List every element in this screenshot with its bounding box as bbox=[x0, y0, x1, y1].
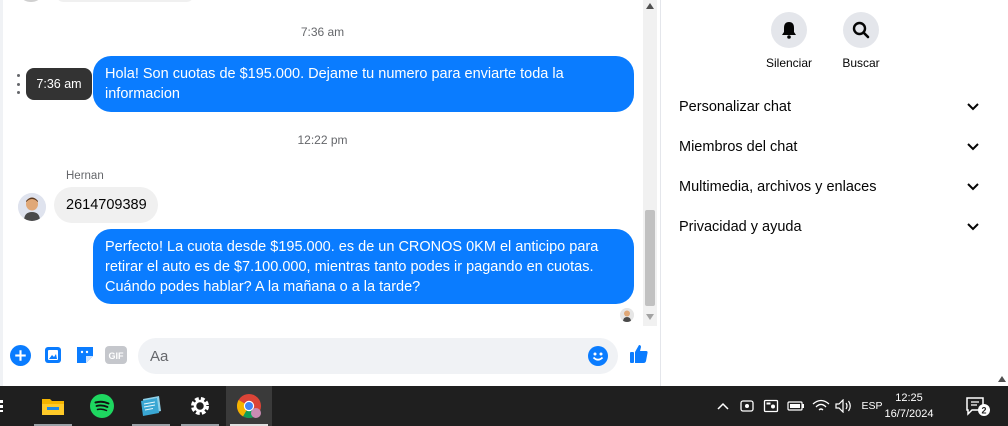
section-media-files-links[interactable]: Multimedia, archivos y enlaces bbox=[679, 175, 979, 199]
avatar-icon bbox=[620, 308, 634, 322]
mute-action[interactable]: Silenciar bbox=[754, 12, 824, 70]
search-action[interactable]: Buscar bbox=[826, 12, 896, 70]
composer: GIF bbox=[0, 336, 660, 376]
chrome-icon[interactable] bbox=[226, 386, 272, 426]
gif-label: GIF bbox=[109, 351, 125, 361]
section-privacy-help[interactable]: Privacidad y ayuda bbox=[679, 215, 979, 239]
spotify-icon[interactable] bbox=[79, 386, 125, 426]
sender-name: Hernan bbox=[66, 170, 104, 182]
meet-now-icon[interactable] bbox=[737, 386, 757, 426]
panel-scrollbar[interactable] bbox=[994, 0, 1008, 386]
chat-info-panel: Silenciar Buscar Personalizar chat Miemb… bbox=[661, 0, 1008, 386]
taskbar: ESP 12:25 16/7/2024 2 bbox=[0, 386, 1008, 426]
settings-icon[interactable] bbox=[177, 386, 223, 426]
sticker-icon[interactable] bbox=[74, 344, 96, 366]
section-label: Multimedia, archivos y enlaces bbox=[679, 179, 877, 195]
incoming-message[interactable]: 2614709389 bbox=[54, 187, 158, 223]
outgoing-message[interactable]: Perfecto! La cuota desde $195.000. es de… bbox=[93, 229, 634, 304]
section-chat-members[interactable]: Miembros del chat bbox=[679, 135, 979, 159]
section-label: Privacidad y ayuda bbox=[679, 219, 802, 235]
notes-app-icon[interactable] bbox=[128, 386, 174, 426]
message-input-container bbox=[138, 338, 618, 374]
outgoing-message[interactable]: Hola! Son cuotas de $195.000. Dejame tu … bbox=[93, 56, 634, 112]
chevron-down-icon bbox=[967, 179, 979, 195]
scroll-down-arrow-icon[interactable] bbox=[646, 314, 654, 320]
clock-time: 12:25 bbox=[895, 392, 923, 404]
gif-icon[interactable]: GIF bbox=[105, 344, 127, 366]
avatar-partial bbox=[22, 0, 40, 2]
contact-avatar[interactable] bbox=[18, 193, 46, 221]
image-icon[interactable] bbox=[42, 344, 64, 366]
thumbs-up-icon[interactable] bbox=[627, 342, 651, 366]
battery-icon[interactable] bbox=[785, 386, 807, 426]
avatar-icon bbox=[18, 193, 46, 221]
wifi-icon[interactable] bbox=[810, 386, 832, 426]
scroll-up-arrow-icon[interactable] bbox=[646, 3, 654, 9]
emoji-icon[interactable] bbox=[588, 346, 608, 371]
message-input[interactable] bbox=[138, 338, 568, 374]
notification-count: 2 bbox=[981, 406, 986, 416]
chevron-down-icon bbox=[967, 219, 979, 235]
left-edge bbox=[0, 0, 3, 386]
chat-scrollbar[interactable] bbox=[643, 0, 657, 326]
screen: 7:36 am 7:36 am Hola! Son cuotas de $195… bbox=[0, 0, 1008, 426]
chat-pane: 7:36 am 7:36 am Hola! Son cuotas de $195… bbox=[0, 0, 660, 386]
clock[interactable]: 12:25 16/7/2024 bbox=[880, 390, 938, 422]
bell-icon[interactable] bbox=[771, 12, 807, 48]
clock-date: 16/7/2024 bbox=[884, 408, 934, 420]
mute-label: Silenciar bbox=[765, 56, 813, 70]
chevron-down-icon bbox=[967, 99, 979, 115]
file-explorer-icon[interactable] bbox=[30, 386, 76, 426]
section-customize-chat[interactable]: Personalizar chat bbox=[679, 95, 979, 119]
scroll-thumb[interactable] bbox=[645, 210, 655, 306]
screen-capture-icon[interactable] bbox=[761, 386, 781, 426]
scroll-up-arrow-icon[interactable] bbox=[998, 376, 1006, 382]
chevron-down-icon bbox=[967, 139, 979, 155]
chevron-up-icon[interactable] bbox=[714, 386, 732, 426]
previous-message-bubble-partial[interactable] bbox=[55, 0, 195, 2]
timestamp: 12:22 pm bbox=[297, 133, 348, 147]
plus-circle-icon[interactable] bbox=[9, 344, 31, 366]
task-view-icon[interactable] bbox=[0, 386, 14, 426]
timestamp: 7:36 am bbox=[300, 25, 345, 39]
search-icon[interactable] bbox=[843, 12, 879, 48]
section-label: Personalizar chat bbox=[679, 99, 792, 115]
time-tooltip: 7:36 am bbox=[26, 68, 92, 100]
notification-center-icon[interactable]: 2 bbox=[962, 386, 992, 426]
search-label: Buscar bbox=[842, 56, 880, 70]
read-receipt-avatar bbox=[620, 308, 634, 322]
section-label: Miembros del chat bbox=[679, 139, 798, 155]
volume-icon[interactable] bbox=[833, 386, 855, 426]
more-options-icon[interactable] bbox=[14, 74, 22, 94]
